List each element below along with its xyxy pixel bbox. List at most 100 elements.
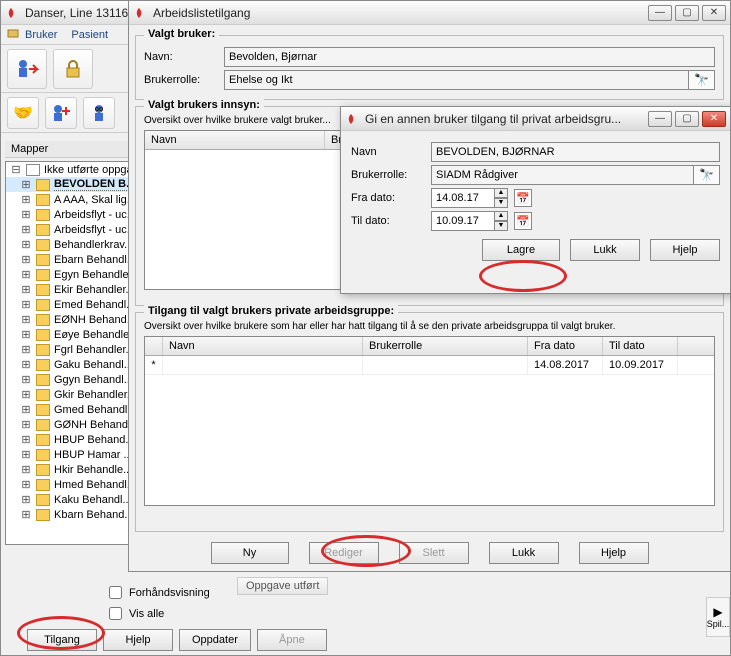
folder-icon	[36, 374, 50, 386]
privat-col-til[interactable]: Til dato	[603, 337, 678, 355]
expand-icon[interactable]: ⊞	[20, 178, 32, 191]
lukk-button[interactable]: Lukk	[489, 542, 559, 564]
innsyn-col-navn[interactable]: Navn	[145, 131, 325, 149]
expand-icon[interactable]: ⊞	[20, 418, 32, 431]
forhandsvisning-label: Forhåndsvisning	[129, 587, 210, 599]
expand-icon[interactable]: ⊞	[20, 373, 32, 386]
row-selector-col[interactable]	[145, 337, 163, 355]
handshake-icon[interactable]: 🤝	[7, 97, 39, 129]
tree-item-label: Gaku Behandl...	[54, 359, 133, 371]
folder-icon	[36, 344, 50, 356]
expand-icon[interactable]: ⊞	[20, 343, 32, 356]
person-arrow-icon[interactable]	[7, 49, 47, 89]
expand-icon[interactable]: ⊞	[20, 268, 32, 281]
lock-icon[interactable]	[53, 49, 93, 89]
play-icon: ▶	[713, 605, 722, 619]
vis-alle-input[interactable]	[109, 607, 122, 620]
tree-item-label: Arbeidsflyt - uc...	[54, 224, 136, 236]
close-button[interactable]: ✕	[702, 5, 726, 21]
forhandsvisning-checkbox[interactable]: Forhåndsvisning	[105, 583, 726, 602]
privat-col-rolle[interactable]: Brukerrolle	[363, 337, 528, 355]
modal-hjelp-button[interactable]: Hjelp	[650, 239, 720, 261]
arbeid-hjelp-button[interactable]: Hjelp	[579, 542, 649, 564]
hjelp-button[interactable]: Hjelp	[103, 629, 173, 651]
search-user-icon[interactable]: 🔭	[689, 70, 715, 90]
privat-col-navn[interactable]: Navn	[163, 337, 363, 355]
folder-icon	[36, 509, 50, 521]
folder-icon	[36, 269, 50, 281]
expand-icon[interactable]: ⊞	[20, 433, 32, 446]
app-icon	[133, 7, 145, 19]
rediger-button[interactable]: Rediger	[309, 542, 379, 564]
expand-icon[interactable]: ⊞	[20, 388, 32, 401]
tilgang-button[interactable]: Tilgang	[27, 629, 97, 651]
fra-calendar-icon[interactable]: 📅	[514, 189, 532, 207]
expand-icon[interactable]: ⊞	[20, 493, 32, 506]
til-dato-input[interactable]	[431, 211, 495, 231]
fra-dato-spinner[interactable]: ▲▼	[494, 188, 508, 208]
expand-icon[interactable]: ⊞	[20, 253, 32, 266]
arbeid-titlebar: Arbeidslistetilgang — ▢ ✕	[129, 1, 730, 25]
valgt-bruker-legend: Valgt bruker:	[144, 28, 219, 40]
til-dato-label: Til dato:	[351, 215, 431, 227]
ny-button[interactable]: Ny	[211, 542, 289, 564]
privat-col-fra[interactable]: Fra dato	[528, 337, 603, 355]
expand-icon[interactable]: ⊞	[20, 193, 32, 206]
expand-icon[interactable]: ⊞	[20, 313, 32, 326]
menu-bruker[interactable]: Bruker	[25, 29, 57, 41]
privat-grid[interactable]: Navn Brukerrolle Fra dato Til dato * 14.…	[144, 336, 715, 506]
fra-dato-input[interactable]	[431, 188, 495, 208]
tree-item-label: Gkir Behandler...	[54, 389, 136, 401]
modal-maximize-button[interactable]: ▢	[675, 111, 699, 127]
table-row[interactable]: * 14.08.2017 10.09.2017	[145, 356, 714, 375]
maximize-button[interactable]: ▢	[675, 5, 699, 21]
tree-item-label: Ebarn Behandl...	[54, 254, 136, 266]
modal-titlebar: Gi en annen bruker tilgang til privat ar…	[341, 107, 730, 131]
til-dato-spinner[interactable]: ▲▼	[494, 211, 508, 231]
slett-button[interactable]: Slett	[399, 542, 469, 564]
folder-icon	[36, 209, 50, 221]
forhandsvisning-input[interactable]	[109, 586, 122, 599]
expand-icon[interactable]: ⊞	[20, 448, 32, 461]
lagre-button[interactable]: Lagre	[482, 239, 560, 261]
expand-icon[interactable]: ⊞	[20, 223, 32, 236]
vis-alle-checkbox[interactable]: Vis alle	[105, 604, 726, 623]
rolle-field: Ehelse og Ikt	[224, 70, 689, 90]
folder-icon	[36, 329, 50, 341]
folder-icon	[36, 224, 50, 236]
apne-button[interactable]: Åpne	[257, 629, 327, 651]
modal-lukk-button[interactable]: Lukk	[570, 239, 640, 261]
expand-icon[interactable]: ⊞	[20, 478, 32, 491]
privat-overskrift: Oversikt over hvilke brukere som har ell…	[144, 321, 715, 332]
expand-icon[interactable]: ⊞	[20, 358, 32, 371]
expand-icon[interactable]: ⊞	[20, 283, 32, 296]
modal-title: Gi en annen bruker tilgang til privat ar…	[361, 112, 648, 126]
expand-icon[interactable]: ⊞	[20, 238, 32, 251]
expand-icon[interactable]: ⊞	[20, 463, 32, 476]
til-calendar-icon[interactable]: 📅	[514, 212, 532, 230]
spil-panel[interactable]: ▶ Spil...	[706, 597, 730, 637]
oppdater-button[interactable]: Oppdater	[179, 629, 251, 651]
modal-close-button[interactable]: ✕	[702, 111, 726, 127]
folder-icon	[36, 284, 50, 296]
app-small-icon	[7, 27, 19, 42]
modal-minimize-button[interactable]: —	[648, 111, 672, 127]
collapse-icon[interactable]: ⊟	[10, 163, 22, 176]
vis-alle-label: Vis alle	[129, 608, 164, 620]
expand-icon[interactable]: ⊞	[20, 508, 32, 521]
expand-icon[interactable]: ⊞	[20, 328, 32, 341]
spin-down-icon[interactable]: ▼	[494, 198, 508, 208]
expand-icon[interactable]: ⊞	[20, 298, 32, 311]
add-person-icon[interactable]	[45, 97, 77, 129]
expand-icon[interactable]: ⊞	[20, 403, 32, 416]
spin-down-icon[interactable]: ▼	[494, 221, 508, 231]
modal-search-icon[interactable]: 🔭	[694, 165, 720, 185]
minimize-button[interactable]: —	[648, 5, 672, 21]
row-rolle	[363, 356, 528, 374]
privat-group: Tilgang til valgt brukers private arbeid…	[135, 312, 724, 532]
expand-icon[interactable]: ⊞	[20, 208, 32, 221]
person-glasses-icon[interactable]	[83, 97, 115, 129]
menu-pasient[interactable]: Pasient	[71, 29, 108, 41]
spin-up-icon[interactable]: ▲	[494, 211, 508, 221]
spin-up-icon[interactable]: ▲	[494, 188, 508, 198]
